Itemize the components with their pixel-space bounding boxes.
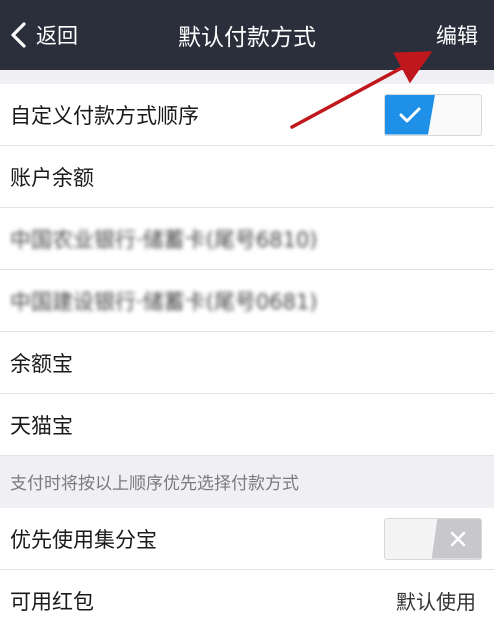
payment-method-label: 中国农业银行·储蓄卡(尾号6810) (10, 227, 318, 252)
payment-method-label: 账户余额 (10, 165, 94, 190)
edit-button[interactable]: 编辑 (436, 0, 478, 70)
payment-method-label: 天猫宝 (10, 413, 73, 438)
red-packet-row[interactable]: 可用红包 默认使用 (0, 570, 494, 628)
points-row: 优先使用集分宝 (0, 508, 494, 570)
payment-method-row[interactable]: 中国农业银行·储蓄卡(尾号6810) (0, 208, 494, 270)
toggle-thumb (385, 94, 435, 135)
back-button[interactable]: 返回 (10, 0, 78, 70)
red-packet-value: 默认使用 (396, 590, 476, 614)
close-icon (450, 531, 466, 546)
payment-method-row[interactable]: 账户余额 (0, 146, 494, 208)
custom-order-row: 自定义付款方式顺序 (0, 84, 494, 146)
nav-bar: 返回 默认付款方式 编辑 (0, 0, 494, 70)
points-toggle[interactable] (384, 517, 482, 560)
checkmark-icon (399, 107, 421, 122)
payment-method-row[interactable]: 中国建设银行·储蓄卡(尾号0681) (0, 270, 494, 332)
payment-method-label: 中国建设银行·储蓄卡(尾号0681) (10, 289, 318, 314)
payment-method-row[interactable]: 余额宝 (0, 332, 494, 394)
back-label: 返回 (36, 24, 78, 48)
chevron-left-icon (11, 22, 26, 48)
payment-method-label: 余额宝 (10, 351, 73, 376)
toggle-thumb (431, 518, 481, 559)
payment-method-row[interactable]: 天猫宝 (0, 394, 494, 456)
custom-order-toggle[interactable] (384, 93, 482, 136)
order-hint: 支付时将按以上顺序优先选择付款方式 (10, 473, 299, 494)
